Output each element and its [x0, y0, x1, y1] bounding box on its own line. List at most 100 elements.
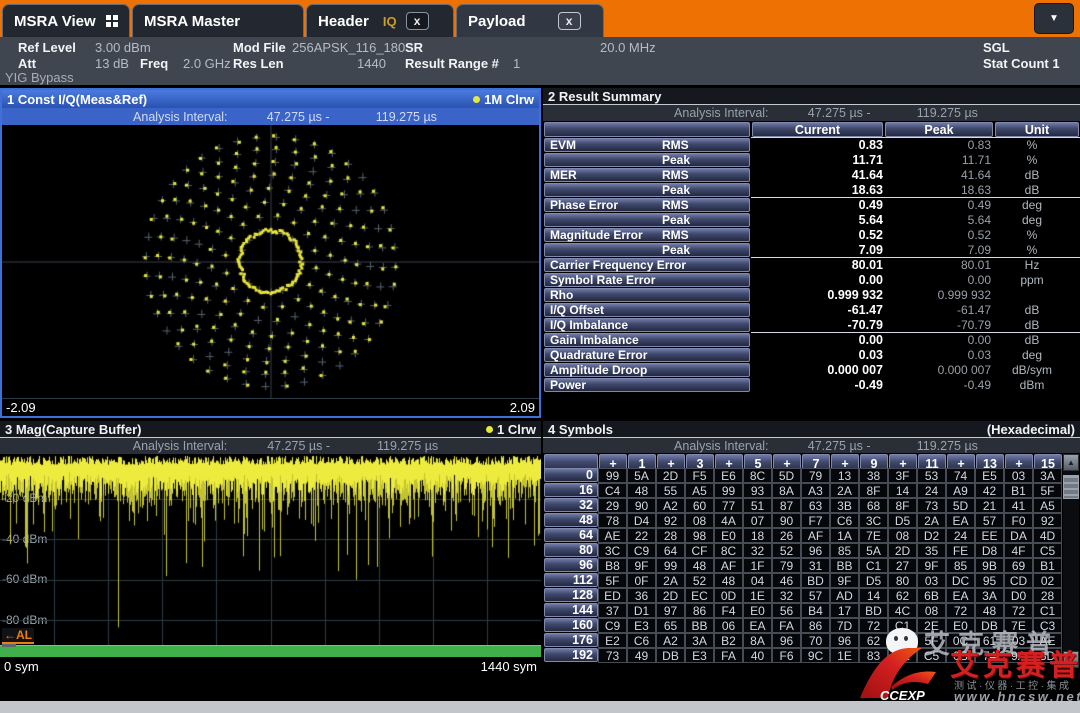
symbol-hex-cell[interactable]: 70 [801, 633, 830, 648]
mod-file-label[interactable]: Mod File [233, 40, 286, 55]
symbol-hex-cell[interactable]: E2 [598, 633, 627, 648]
symbol-hex-cell[interactable]: D1 [627, 603, 656, 618]
symbol-hex-cell[interactable]: 96 [830, 633, 859, 648]
symbol-hex-cell[interactable]: ED [598, 588, 627, 603]
const-window-title-bar[interactable]: 1 Const I/Q(Meas&Ref) 1M Clrw [2, 90, 539, 108]
tab-msra-view[interactable]: MSRA View [2, 4, 130, 37]
symbol-hex-cell[interactable]: B1 [1004, 483, 1033, 498]
symbol-hex-cell[interactable]: 5F [917, 633, 946, 648]
symbol-hex-cell[interactable]: 9F [830, 573, 859, 588]
symbol-hex-cell[interactable]: 24 [946, 528, 975, 543]
freq-value[interactable]: 2.0 GHz [183, 56, 231, 71]
symbol-hex-cell[interactable]: 3A [685, 633, 714, 648]
symbol-hex-cell[interactable]: 73 [598, 648, 627, 663]
symbol-hex-cell[interactable]: 92 [1033, 513, 1062, 528]
symbol-hex-cell[interactable]: 85 [830, 543, 859, 558]
symbol-hex-cell[interactable]: 99 [598, 468, 627, 483]
symbol-hex-cell[interactable]: CF [685, 543, 714, 558]
symbol-hex-cell[interactable]: 49 [627, 648, 656, 663]
symbol-hex-cell[interactable]: A5 [1033, 498, 1062, 513]
symbol-hex-cell[interactable]: BD [859, 603, 888, 618]
symbol-hex-cell[interactable]: 26 [772, 528, 801, 543]
symbol-hex-cell[interactable]: 14 [888, 483, 917, 498]
symbol-hex-cell[interactable]: 32 [772, 588, 801, 603]
res-len-label[interactable]: Res Len [233, 56, 284, 71]
symbol-hex-cell[interactable]: 98 [685, 528, 714, 543]
symbol-hex-cell[interactable]: D4 [627, 513, 656, 528]
symbol-hex-cell[interactable]: 4F [1004, 543, 1033, 558]
symbol-hex-cell[interactable]: 0F [627, 573, 656, 588]
symbol-hex-cell[interactable]: FE [946, 543, 975, 558]
scrollbar-track[interactable] [1063, 471, 1079, 651]
mag-window-title-bar[interactable]: 3 Mag(Capture Buffer) 1 Clrw [0, 421, 541, 438]
symbol-hex-cell[interactable]: 92 [656, 513, 685, 528]
symbol-hex-cell[interactable]: DC [946, 573, 975, 588]
symbol-hex-cell[interactable]: 57 [801, 588, 830, 603]
symbol-hex-cell[interactable]: A3 [801, 483, 830, 498]
symbol-hex-cell[interactable]: 3C [598, 543, 627, 558]
symbol-hex-cell[interactable]: C1 [888, 618, 917, 633]
symbol-hex-cell[interactable]: DB [656, 648, 685, 663]
chevron-down-icon[interactable]: ▼ [1034, 3, 1074, 34]
symbol-hex-cell[interactable]: 8C [714, 543, 743, 558]
symbol-hex-cell[interactable]: BB [830, 558, 859, 573]
symbol-hex-cell[interactable]: AE [598, 528, 627, 543]
att-label[interactable]: Att [18, 56, 36, 71]
symbol-hex-cell[interactable]: 79 [772, 558, 801, 573]
symbol-hex-cell[interactable]: 87 [772, 498, 801, 513]
symbol-hex-cell[interactable]: C1 [1033, 603, 1062, 618]
symbol-hex-cell[interactable]: 65 [656, 618, 685, 633]
symbol-hex-cell[interactable]: 80 [888, 573, 917, 588]
symbol-hex-cell[interactable]: 3F [888, 468, 917, 483]
symbol-hex-cell[interactable]: AD [830, 588, 859, 603]
symbol-hex-cell[interactable]: 9F [917, 558, 946, 573]
symbol-hex-cell[interactable]: 52 [772, 543, 801, 558]
symbol-hex-cell[interactable]: 56 [772, 603, 801, 618]
symbol-hex-cell[interactable]: 46 [772, 573, 801, 588]
symbol-hex-cell[interactable]: C6 [830, 513, 859, 528]
symbol-hex-cell[interactable]: 62 [888, 588, 917, 603]
symbol-hex-cell[interactable]: 3B [830, 498, 859, 513]
symbol-hex-cell[interactable]: EA [946, 588, 975, 603]
symbol-hex-cell[interactable]: 28 [888, 633, 917, 648]
symbol-hex-cell[interactable]: 99 [714, 483, 743, 498]
close-icon[interactable]: x [406, 12, 429, 30]
symbol-hex-cell[interactable]: EE [975, 528, 1004, 543]
symbol-hex-cell[interactable]: 83 [859, 648, 888, 663]
symbol-hex-cell[interactable]: 48 [714, 573, 743, 588]
symbol-hex-cell[interactable]: 5D [772, 468, 801, 483]
symbol-hex-cell[interactable]: 8C [743, 468, 772, 483]
symbol-hex-cell[interactable]: 7D [830, 618, 859, 633]
symbol-hex-cell[interactable]: AF [801, 528, 830, 543]
symbol-hex-cell[interactable]: 96 [772, 633, 801, 648]
symbol-hex-cell[interactable]: EC [685, 588, 714, 603]
tab-header[interactable]: Header IQ x [306, 4, 454, 37]
symbol-hex-cell[interactable]: 40 [743, 648, 772, 663]
symbol-hex-cell[interactable]: 22 [627, 528, 656, 543]
symbol-hex-cell[interactable]: 0C [946, 633, 975, 648]
symbol-hex-cell[interactable]: 35 [917, 543, 946, 558]
symbol-hex-cell[interactable]: 24 [917, 483, 946, 498]
analysis-line-marker[interactable]: ←AL [2, 628, 34, 644]
symbol-hex-cell[interactable]: A5 [685, 483, 714, 498]
symbol-hex-cell[interactable]: B1 [1033, 558, 1062, 573]
ref-level-label[interactable]: Ref Level [18, 40, 76, 55]
symbol-hex-cell[interactable]: 57 [975, 513, 1004, 528]
symbol-hex-cell[interactable]: 0D [714, 588, 743, 603]
symbol-hex-cell[interactable]: D0 [1004, 588, 1033, 603]
symbol-hex-cell[interactable]: 5A [859, 543, 888, 558]
symbol-hex-cell[interactable]: 31 [801, 558, 830, 573]
symbol-hex-cell[interactable]: 17 [830, 603, 859, 618]
symbol-hex-cell[interactable]: DB [975, 618, 1004, 633]
symbol-hex-cell[interactable]: 3A [1033, 468, 1062, 483]
symbol-hex-cell[interactable]: D2 [917, 528, 946, 543]
symbol-hex-cell[interactable]: A9 [946, 483, 975, 498]
result-range-label[interactable]: Result Range # [405, 56, 499, 71]
symbol-hex-cell[interactable]: 04 [743, 573, 772, 588]
symbol-hex-cell[interactable]: 48 [685, 558, 714, 573]
symbol-hex-cell[interactable]: 90 [627, 498, 656, 513]
symbol-hex-cell[interactable]: 5A [627, 468, 656, 483]
scroll-down-icon[interactable]: ▼ [1063, 651, 1079, 668]
symbol-hex-cell[interactable]: 1A [830, 528, 859, 543]
symbol-hex-cell[interactable]: C9 [598, 618, 627, 633]
